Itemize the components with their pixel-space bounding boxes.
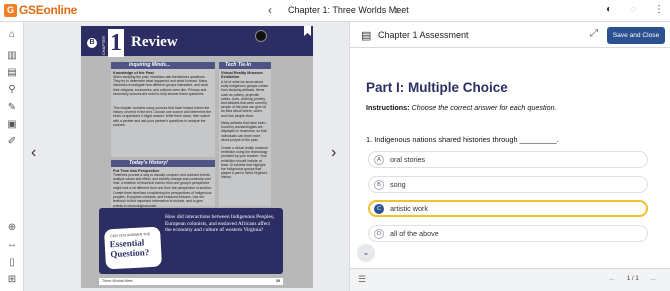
chapter-title: Chapter 1: Three Worlds Meet — [288, 5, 409, 15]
option-letter: A — [374, 155, 384, 165]
panel-title: Chapter 1 Assessment — [378, 30, 469, 40]
today-text: Timelines provide a way to visually comp… — [113, 173, 212, 190]
prev-question-button[interactable]: ← — [608, 274, 616, 283]
option-letter: C — [374, 204, 384, 214]
panel-header: ▤ Chapter 1 Assessment ⤢ Save and Close — [350, 22, 670, 48]
logo-mark: G — [4, 4, 17, 17]
question-page-indicator: 1 / 1 — [627, 276, 639, 282]
answer-option-a[interactable]: A oral stories — [368, 151, 648, 168]
tech-text-2: Many artifacts that have been found by a… — [221, 121, 267, 142]
book-viewer: ‹ › B CHAPTER 1 Review Inquiring Minds..… — [25, 22, 349, 291]
user-icon[interactable]: ◌ — [630, 4, 636, 15]
question-list-icon[interactable]: ☰ — [358, 274, 366, 285]
instructions: Instructions: Choose the correct answer … — [366, 103, 557, 112]
tech-head: Virtual Reality Museum Exhibition — [221, 71, 263, 80]
chapter-label: CHAPTER — [101, 36, 106, 56]
option-text: song — [390, 180, 406, 189]
page-footer: Three Worlds Meet 39 — [99, 278, 283, 285]
tech-title: Tech Tie-In — [219, 62, 271, 69]
essential-question-box: CAN YOU ANSWER THE Essential Question? H… — [99, 208, 283, 274]
chapter-number: 1 — [108, 29, 124, 57]
note-icon[interactable]: ▣ — [5, 118, 19, 132]
question-text: 1. Indigenous nations shared histories t… — [366, 135, 559, 144]
chapter-next-button[interactable]: › — [395, 3, 399, 17]
collapse-chevron-icon[interactable]: ⌄ — [357, 244, 375, 262]
answer-option-d[interactable]: D all of the above — [368, 225, 648, 242]
zoom-icon[interactable]: ⊕ — [5, 221, 19, 235]
page-next-button[interactable]: › — [331, 144, 336, 162]
more-menu-icon[interactable]: ⋮ — [654, 4, 664, 15]
top-bar: G GSEonline ‹ Chapter 1: Three Worlds Me… — [0, 0, 670, 22]
highlighter-icon[interactable]: ✐ — [5, 135, 19, 149]
emblem-icon — [255, 30, 267, 42]
fit-width-icon[interactable]: ↔ — [5, 238, 19, 252]
inquiring-title: Inquiring Minds... — [111, 62, 215, 69]
essential-question-bubble: CAN YOU ANSWER THE Essential Question? — [103, 226, 163, 270]
contrast-icon[interactable]: ◐ — [606, 4, 612, 15]
option-text: artistic work — [390, 204, 428, 213]
option-text: oral stories — [390, 155, 426, 164]
page-title: Review — [131, 34, 178, 50]
layers-icon[interactable]: ▤ — [5, 66, 19, 80]
grid-view-icon[interactable]: ⊞ — [5, 273, 19, 287]
answer-option-c[interactable]: C artistic work — [368, 200, 648, 217]
left-sidebar: ⌂ ▥ ▤ ⚲ ✎ ▣ ✐ ⊕ ↔ ▯ ⊞ — [0, 22, 24, 291]
page-badge: B — [87, 38, 97, 48]
next-question-button[interactable]: → — [649, 274, 657, 283]
logo[interactable]: GSEonline — [19, 3, 77, 17]
option-text: all of the above — [390, 229, 439, 238]
assessment-panel: ▤ Chapter 1 Assessment ⤢ Save and Close … — [349, 22, 670, 291]
tech-text-3: Create a virtual reality museum exhibiti… — [221, 146, 268, 180]
inquiring-text: When studying the past, historians ask t… — [113, 75, 208, 96]
book-icon[interactable]: ▥ — [5, 49, 19, 63]
page-header: B CHAPTER 1 Review — [81, 26, 313, 57]
document-icon: ▤ — [361, 30, 372, 42]
panel-footer: ☰ ← 1 / 1 → — [350, 268, 670, 291]
page-prev-button[interactable]: ‹ — [31, 144, 36, 162]
eq-heading: Essential Question? — [109, 237, 150, 260]
page-number: 39 — [276, 279, 280, 283]
single-page-icon[interactable]: ▯ — [5, 256, 19, 270]
option-letter: B — [374, 180, 384, 190]
home-icon[interactable]: ⌂ — [5, 28, 19, 42]
chapter-prev-button[interactable]: ‹ — [268, 3, 272, 17]
footer-text: Three Worlds Meet — [102, 279, 133, 283]
inquiring-text-2: This chapter contains many sources that … — [113, 106, 212, 127]
pen-icon[interactable]: ✎ — [5, 101, 19, 115]
today-title: Today's History! — [111, 160, 215, 167]
book-page: B CHAPTER 1 Review Inquiring Minds... Kn… — [81, 26, 313, 288]
today-text-2: Create three timelines considering the p… — [113, 191, 212, 208]
answer-option-b[interactable]: B song — [368, 176, 648, 193]
essential-question-text: How did interactions between Indigenous … — [165, 214, 275, 234]
tech-text: A lot of what we know about early Indige… — [221, 80, 269, 118]
save-and-close-button[interactable]: Save and Close — [607, 27, 665, 44]
section-title: Part I: Multiple Choice — [366, 80, 508, 95]
expand-icon[interactable]: ⤢ — [590, 28, 598, 39]
option-letter: D — [374, 229, 384, 239]
search-icon[interactable]: ⚲ — [5, 83, 19, 97]
bookmark-icon[interactable] — [304, 26, 311, 36]
